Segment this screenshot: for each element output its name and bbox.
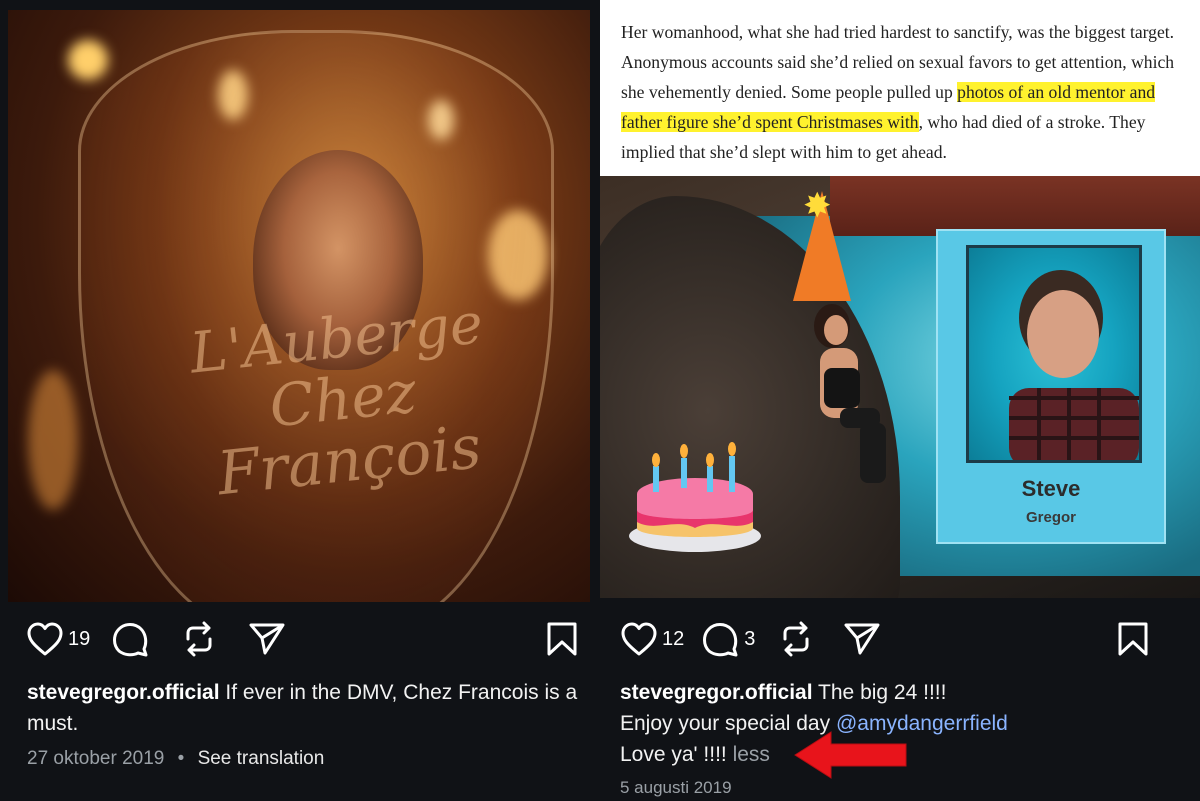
caption-text-1: The big 24 !!!! bbox=[818, 681, 947, 704]
comment-button[interactable]: 3 bbox=[702, 620, 755, 658]
wine-glass-photo[interactable]: L'Auberge Chez François bbox=[8, 10, 590, 602]
share-button[interactable] bbox=[248, 621, 286, 657]
man-portrait bbox=[1009, 270, 1139, 460]
profile-card: Steve Gregor bbox=[936, 229, 1166, 544]
birthday-cake-icon bbox=[629, 442, 761, 552]
comment-button[interactable] bbox=[112, 620, 150, 658]
like-button[interactable]: 12 bbox=[620, 621, 684, 657]
less-link[interactable]: less bbox=[733, 743, 770, 766]
card-last-name: Gregor bbox=[1025, 509, 1076, 526]
caption-text-3: Love ya' !!!! bbox=[620, 743, 733, 766]
left-post: L'Auberge Chez François 19 stevegregor.o… bbox=[0, 0, 600, 801]
like-count: 12 bbox=[662, 627, 685, 650]
post-date: 5 augusti 2019 bbox=[620, 778, 732, 797]
share-button[interactable] bbox=[843, 621, 881, 657]
birthday-photo[interactable]: ✸ Steve Gregor bbox=[600, 176, 1200, 598]
username[interactable]: stevegregor.official bbox=[620, 681, 813, 704]
red-rocks bbox=[830, 176, 1200, 236]
left-meta: 27 oktober 2019 • See translation bbox=[27, 748, 324, 770]
username[interactable]: stevegregor.official bbox=[27, 681, 220, 704]
profile-photo bbox=[966, 245, 1142, 463]
caption-line-1: stevegregor.official The big 24 !!!! bbox=[620, 677, 1180, 708]
heart-icon bbox=[621, 622, 657, 656]
see-translation-link[interactable]: See translation bbox=[198, 748, 325, 769]
repost-button[interactable] bbox=[182, 621, 216, 657]
like-count: 19 bbox=[68, 627, 91, 650]
card-first-name: Steve bbox=[1021, 476, 1081, 501]
arrow-icon bbox=[794, 731, 907, 779]
right-meta: 5 augusti 2019 bbox=[620, 778, 732, 798]
comment-icon bbox=[703, 623, 738, 657]
left-caption: stevegregor.official If ever in the DMV,… bbox=[27, 677, 587, 739]
comment-icon bbox=[113, 623, 148, 657]
article-excerpt: Her womanhood, what she had tried hardes… bbox=[600, 0, 1200, 176]
share-icon bbox=[249, 623, 285, 655]
post-date: 27 oktober 2019 bbox=[27, 748, 165, 769]
article-paragraph: Her womanhood, what she had tried hardes… bbox=[621, 17, 1191, 167]
share-icon bbox=[844, 623, 880, 655]
right-action-bar: 12 3 bbox=[620, 620, 1149, 658]
bookmark-button[interactable] bbox=[546, 621, 578, 657]
glass-etching: L'Auberge Chez François bbox=[149, 291, 536, 511]
like-button[interactable]: 19 bbox=[26, 621, 90, 657]
comment-count: 3 bbox=[744, 627, 756, 650]
repost-icon bbox=[186, 621, 212, 657]
bookmark-button[interactable] bbox=[1117, 621, 1149, 657]
repost-icon bbox=[783, 621, 809, 657]
right-post: Her womanhood, what she had tried hardes… bbox=[600, 0, 1200, 801]
separator-dot: • bbox=[177, 748, 185, 769]
star-icon: ✸ bbox=[803, 187, 832, 225]
left-action-bar: 19 bbox=[26, 620, 578, 658]
repost-button[interactable] bbox=[779, 621, 813, 657]
bookmark-icon bbox=[547, 622, 577, 656]
screenshot-collage: L'Auberge Chez François 19 stevegregor.o… bbox=[0, 0, 1200, 801]
heart-icon bbox=[27, 622, 63, 656]
woman-figure bbox=[814, 304, 886, 483]
bookmark-icon bbox=[1118, 622, 1148, 656]
